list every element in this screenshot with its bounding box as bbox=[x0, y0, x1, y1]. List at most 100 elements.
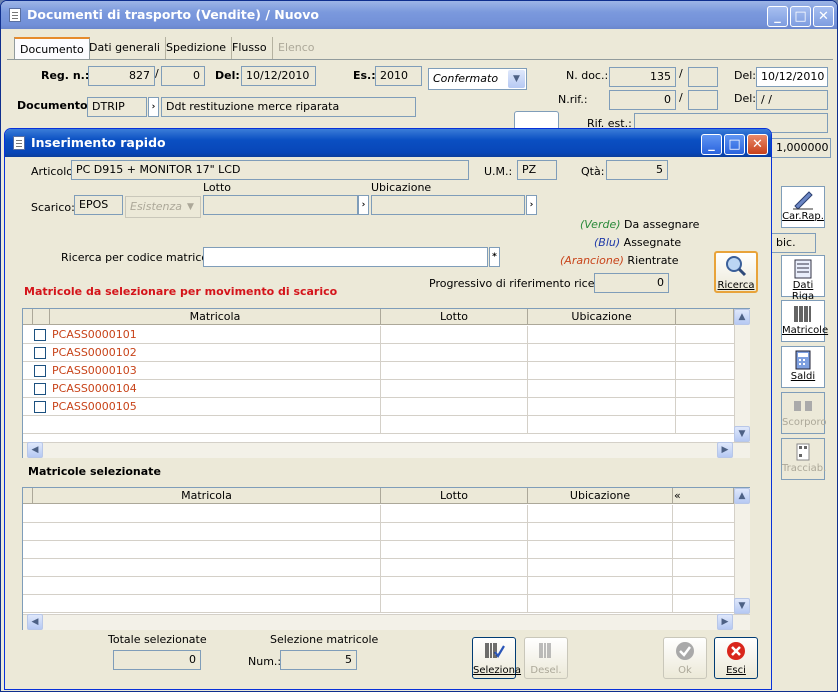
legend-arancione: (Arancione) Rientrate bbox=[560, 254, 679, 267]
esci-button[interactable]: Esci bbox=[714, 637, 758, 679]
grid1-vertical-scrollbar[interactable]: ▲ ▼ bbox=[734, 309, 750, 442]
row-checkbox[interactable] bbox=[34, 383, 46, 395]
table-row[interactable]: PCASS0000104 bbox=[23, 380, 734, 398]
um-field: PZ bbox=[517, 160, 557, 180]
saldi-button[interactable]: Saldi bbox=[781, 346, 825, 388]
dialog-minimize-button[interactable]: _ bbox=[701, 134, 722, 155]
documento-lookup-button[interactable]: › bbox=[148, 97, 159, 117]
scroll-down-icon[interactable]: ▼ bbox=[734, 598, 750, 614]
ndoc-field[interactable]: 135 bbox=[609, 67, 676, 87]
num-field[interactable]: 5 bbox=[280, 650, 357, 670]
table-row[interactable] bbox=[23, 416, 734, 434]
progressivo-label: Progressivo di riferimento ricerca: bbox=[429, 277, 616, 290]
table-row[interactable]: PCASS0000103 bbox=[23, 362, 734, 380]
table-row[interactable]: PCASS0000105 bbox=[23, 398, 734, 416]
ndoc-suffix-field[interactable] bbox=[688, 67, 718, 87]
grid2-header-ubicazione[interactable]: Ubicazione bbox=[528, 488, 673, 504]
close-button[interactable]: ✕ bbox=[813, 6, 834, 27]
tab-dati-generali[interactable]: Dati generali bbox=[84, 37, 166, 59]
lotto-field[interactable] bbox=[203, 195, 358, 215]
table-row[interactable]: PCASS0000102 bbox=[23, 344, 734, 362]
dialog-titlebar[interactable]: Inserimento rapido _ □ ✕ bbox=[5, 129, 771, 157]
matricole-button[interactable]: Matricole bbox=[781, 300, 829, 342]
section2-title: Matricole selezionate bbox=[28, 465, 161, 478]
grid2-header-matricola[interactable]: Matricola bbox=[33, 488, 381, 504]
tab-elenco: Elenco bbox=[278, 41, 315, 54]
grid2-header-lotto[interactable]: Lotto bbox=[381, 488, 528, 504]
nrif-separator: / bbox=[679, 91, 683, 104]
lotto-lookup-button[interactable]: › bbox=[358, 195, 369, 215]
nrif-del-field[interactable]: / / bbox=[756, 90, 828, 110]
row-checkbox[interactable] bbox=[34, 365, 46, 377]
scroll-up-icon[interactable]: ▲ bbox=[734, 309, 750, 325]
table-row[interactable] bbox=[23, 577, 734, 595]
table-row[interactable] bbox=[23, 595, 734, 613]
ndoc-del-field[interactable]: 10/12/2010 bbox=[756, 67, 828, 87]
matricole-selezionate-grid: Matricola Lotto Ubicazione « ▲ ▼ ◀ ▶ bbox=[22, 487, 750, 630]
grid1-header-ubicazione[interactable]: Ubicazione bbox=[528, 309, 676, 325]
ricerca-codice-asterisk-button[interactable]: * bbox=[489, 247, 500, 267]
tab-flusso[interactable]: Flusso bbox=[227, 37, 273, 59]
ubicazione-lookup-button[interactable]: › bbox=[526, 195, 537, 215]
ricerca-codice-input[interactable] bbox=[203, 247, 488, 267]
progressivo-field[interactable]: 0 bbox=[594, 273, 669, 293]
reg-number-field[interactable]: 827 bbox=[88, 66, 155, 86]
matricole-label: Matricole bbox=[782, 325, 829, 336]
chevron-down-icon[interactable]: ▼ bbox=[508, 70, 525, 88]
seleziona-button[interactable]: Seleziona bbox=[472, 637, 521, 679]
ubicazione-cell bbox=[528, 362, 676, 380]
ubicazione-cell bbox=[528, 505, 673, 523]
ubicazione-cell bbox=[528, 541, 673, 559]
scroll-down-icon[interactable]: ▼ bbox=[734, 426, 750, 442]
legend-arancione-tag: (Arancione) bbox=[560, 254, 624, 267]
documento-description-field: Ddt restituzione merce riparata bbox=[161, 97, 416, 117]
grid1-header-lotto[interactable]: Lotto bbox=[381, 309, 528, 325]
table-row[interactable] bbox=[23, 523, 734, 541]
maximize-button[interactable]: □ bbox=[790, 6, 811, 27]
articolo-label: Articolo: bbox=[31, 165, 77, 178]
scroll-right-icon[interactable]: ▶ bbox=[717, 614, 733, 630]
scroll-right-icon[interactable]: ▶ bbox=[717, 442, 733, 458]
es-label: Es.: bbox=[353, 69, 376, 82]
row-checkbox[interactable] bbox=[34, 347, 46, 359]
num-label: Num.: bbox=[248, 655, 282, 668]
nrif-suffix-field[interactable] bbox=[688, 90, 718, 110]
status-select-value: Confermato bbox=[433, 72, 499, 85]
row-checkbox[interactable] bbox=[34, 401, 46, 413]
tab-documento[interactable]: Documento bbox=[14, 37, 90, 59]
documento-label: Documento: bbox=[17, 99, 93, 112]
scroll-left-icon[interactable]: ◀ bbox=[27, 442, 43, 458]
ubicazione-field[interactable] bbox=[371, 195, 525, 215]
row-checkbox[interactable] bbox=[34, 329, 46, 341]
matricola-cell bbox=[33, 559, 381, 577]
matricola-cell bbox=[33, 595, 381, 613]
table-row[interactable]: PCASS0000101 bbox=[23, 326, 734, 344]
es-field[interactable]: 2010 bbox=[375, 66, 422, 86]
lotto-cell bbox=[381, 416, 528, 434]
documento-code-field[interactable]: DTRIP bbox=[87, 97, 147, 117]
grid2-vertical-scrollbar[interactable]: ▲ ▼ bbox=[734, 488, 750, 614]
del-date-field[interactable]: 10/12/2010 bbox=[241, 66, 316, 86]
grid1-header-matricola[interactable]: Matricola bbox=[50, 309, 381, 325]
ricerca-codice-label: Ricerca per codice matricola: bbox=[61, 251, 222, 264]
table-row[interactable] bbox=[23, 559, 734, 577]
grid1-horizontal-scrollbar[interactable]: ◀ ▶ bbox=[23, 442, 750, 458]
scroll-left-icon[interactable]: ◀ bbox=[27, 614, 43, 630]
car-rap-button[interactable]: Car.Rap. bbox=[781, 186, 825, 228]
minimize-button[interactable]: _ bbox=[767, 6, 788, 27]
table-row[interactable] bbox=[23, 541, 734, 559]
dati-riga-button[interactable]: Dati Riga bbox=[781, 255, 825, 302]
ricerca-button[interactable]: Ricerca bbox=[714, 251, 758, 293]
grid2-horizontal-scrollbar[interactable]: ◀ ▶ bbox=[23, 614, 750, 630]
dialog-maximize-button[interactable]: □ bbox=[724, 134, 745, 155]
scroll-up-icon[interactable]: ▲ bbox=[734, 488, 750, 504]
scorporo-button: Scorporo bbox=[781, 392, 827, 434]
tab-spedizione[interactable]: Spedizione bbox=[161, 37, 233, 59]
reg-suffix-field[interactable]: 0 bbox=[161, 66, 205, 86]
main-titlebar[interactable]: Documenti di trasporto (Vendite) / Nuovo… bbox=[1, 1, 837, 29]
scarico-field[interactable]: EPOS bbox=[74, 195, 123, 215]
nrif-field[interactable]: 0 bbox=[609, 90, 676, 110]
table-row[interactable] bbox=[23, 505, 734, 523]
dialog-close-button[interactable]: ✕ bbox=[747, 134, 768, 155]
status-select[interactable]: Confermato ▼ bbox=[428, 68, 527, 90]
